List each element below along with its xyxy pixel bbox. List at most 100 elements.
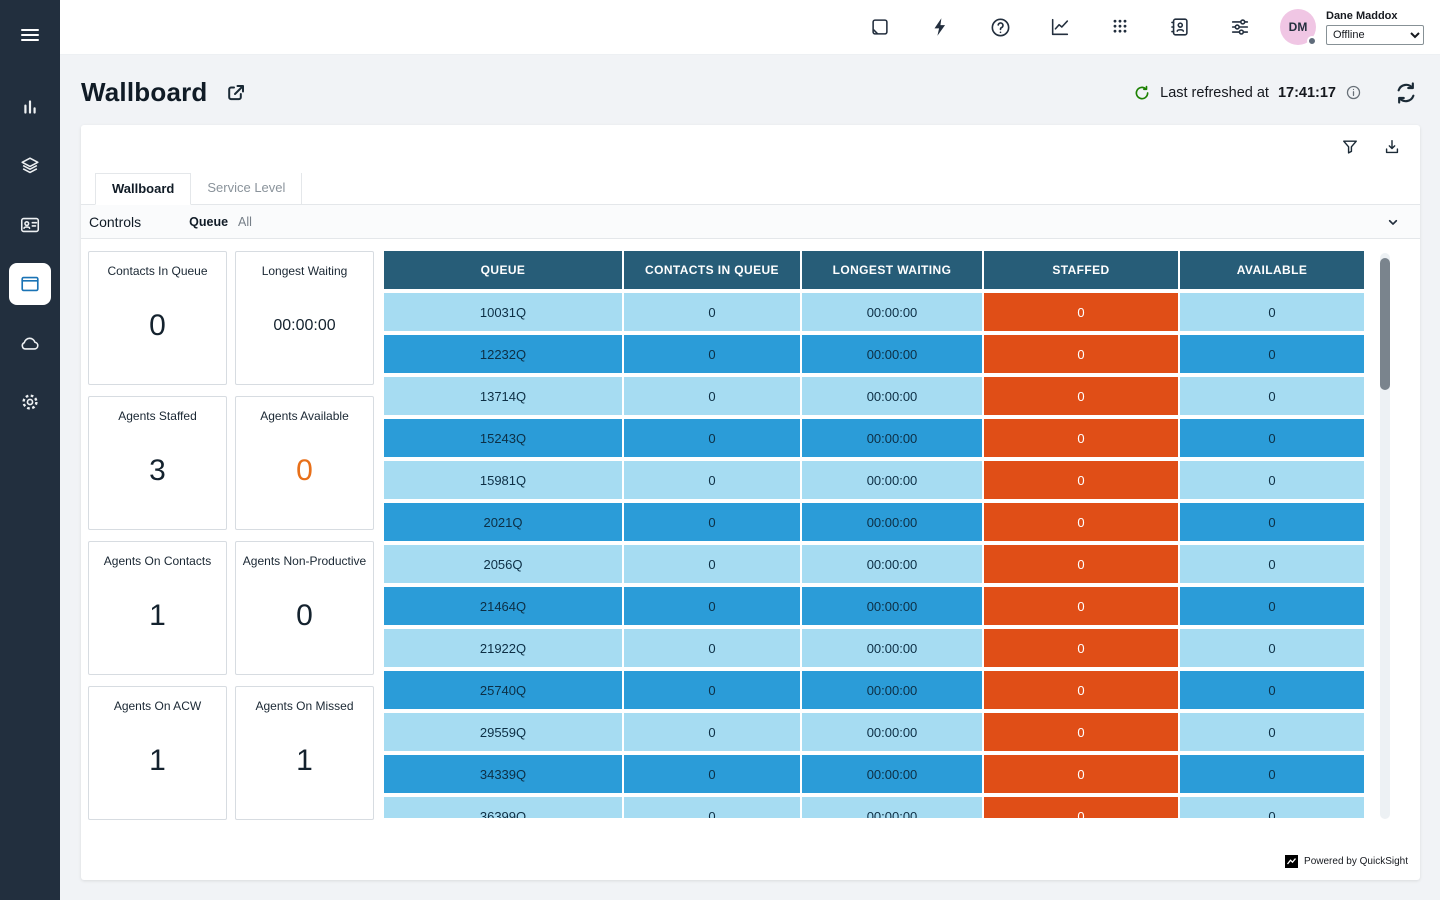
cell-longest: 00:00:00	[802, 419, 982, 457]
sidebar-item-contacts[interactable]	[9, 204, 51, 246]
kpi-card: Agents Staffed3	[88, 396, 227, 530]
cell-contacts: 0	[624, 419, 800, 457]
sliders-icon	[1229, 16, 1251, 38]
kpi-label: Agents Staffed	[112, 409, 203, 423]
tab-wallboard[interactable]: Wallboard	[95, 173, 191, 205]
kpi-label: Agents Available	[254, 409, 355, 423]
info-icon[interactable]	[1345, 84, 1362, 101]
cell-longest: 00:00:00	[802, 713, 982, 751]
kpi-card: Agents On Contacts1	[88, 541, 227, 675]
cell-available: 0	[1180, 461, 1364, 499]
table-row: 13714Q000:00:0000	[384, 377, 1364, 415]
kpi-card: Longest Waiting00:00:00	[235, 251, 374, 385]
kpi-card: Contacts In Queue0	[88, 251, 227, 385]
cell-staffed: 0	[984, 671, 1178, 709]
quick-actions-button[interactable]	[928, 15, 952, 39]
cell-available: 0	[1180, 755, 1364, 793]
cell-contacts: 0	[624, 293, 800, 331]
table-row: 25740Q000:00:0000	[384, 671, 1364, 709]
cell-queue: 13714Q	[384, 377, 622, 415]
cell-staffed: 0	[984, 503, 1178, 541]
gear-icon	[19, 391, 41, 413]
chevron-down-icon	[1383, 212, 1403, 232]
kpi-value: 0	[149, 278, 166, 384]
status-select[interactable]: Offline	[1326, 25, 1424, 45]
lightning-icon	[929, 16, 951, 38]
tabs: Wallboard Service Level	[81, 125, 1420, 205]
metrics-button[interactable]	[1048, 15, 1072, 39]
cell-longest: 00:00:00	[802, 755, 982, 793]
dialpad-button[interactable]	[1108, 15, 1132, 39]
cell-queue: 2021Q	[384, 503, 622, 541]
notes-icon	[869, 16, 891, 38]
queue-filter-label: Queue	[189, 215, 228, 229]
notes-button[interactable]	[868, 15, 892, 39]
kpi-label: Agents On ACW	[108, 699, 207, 713]
cell-contacts: 0	[624, 755, 800, 793]
cell-queue: 15243Q	[384, 419, 622, 457]
contact-card-icon	[19, 214, 41, 236]
column-header: QUEUE	[384, 251, 622, 289]
dialpad-icon	[1110, 17, 1130, 37]
table-scrollbar-thumb[interactable]	[1380, 258, 1390, 390]
table-row: 12232Q000:00:0000	[384, 335, 1364, 373]
table-row: 15981Q000:00:0000	[384, 461, 1364, 499]
table-row: 21464Q000:00:0000	[384, 587, 1364, 625]
line-chart-icon	[1049, 16, 1071, 38]
filter-icon	[1340, 137, 1360, 157]
cell-staffed: 0	[984, 629, 1178, 667]
cell-queue: 36399Q	[384, 797, 622, 818]
refresh-label: Last refreshed at	[1160, 85, 1269, 101]
sidebar-item-layers[interactable]	[9, 145, 51, 187]
cell-available: 0	[1180, 713, 1364, 751]
status-dot	[1307, 36, 1317, 46]
table-viewport: QUEUECONTACTS IN QUEUELONGEST WAITINGSTA…	[384, 251, 1368, 818]
address-book-button[interactable]	[1168, 15, 1192, 39]
layers-icon	[19, 155, 41, 177]
quicksight-badge: Powered by QuickSight	[1285, 855, 1408, 868]
kpi-label: Contacts In Queue	[101, 264, 213, 278]
sidebar-item-analytics[interactable]	[9, 86, 51, 128]
wallboard-icon	[19, 273, 41, 295]
cell-queue: 2056Q	[384, 545, 622, 583]
help-button[interactable]	[988, 15, 1012, 39]
bar-chart-icon	[19, 96, 41, 118]
cell-contacts: 0	[624, 335, 800, 373]
app: DM Dane Maddox Offline Wallboard	[0, 0, 1440, 900]
menu-button[interactable]	[9, 14, 51, 56]
filter-button[interactable]	[1338, 135, 1362, 159]
sidebar-item-settings[interactable]	[9, 381, 51, 423]
queue-filter-value[interactable]: All	[238, 215, 252, 229]
cell-contacts: 0	[624, 377, 800, 415]
avatar[interactable]: DM	[1280, 9, 1316, 45]
tab-service-level[interactable]: Service Level	[191, 173, 302, 204]
table-scrollbar[interactable]	[1380, 253, 1390, 819]
kpi-card: Agents On Missed1	[235, 686, 374, 820]
cell-available: 0	[1180, 503, 1364, 541]
cloud-icon	[19, 332, 41, 354]
cell-longest: 00:00:00	[802, 335, 982, 373]
cell-available: 0	[1180, 797, 1364, 818]
download-button[interactable]	[1380, 135, 1404, 159]
open-external-button[interactable]	[223, 80, 249, 106]
kpi-label: Agents On Missed	[249, 699, 359, 713]
cell-available: 0	[1180, 629, 1364, 667]
table-row: 34339Q000:00:0000	[384, 755, 1364, 793]
cell-contacts: 0	[624, 713, 800, 751]
preferences-button[interactable]	[1228, 15, 1252, 39]
table-section: QUEUECONTACTS IN QUEUELONGEST WAITINGSTA…	[384, 251, 1404, 820]
cell-staffed: 0	[984, 419, 1178, 457]
kpi-value: 3	[149, 423, 166, 529]
cell-longest: 00:00:00	[802, 293, 982, 331]
cell-queue: 21464Q	[384, 587, 622, 625]
controls-bar: Controls Queue All	[81, 205, 1420, 239]
cell-longest: 00:00:00	[802, 461, 982, 499]
main-area: DM Dane Maddox Offline Wallboard	[60, 0, 1440, 900]
kpi-label: Agents Non-Productive	[237, 554, 372, 568]
sidebar-item-wallboard[interactable]	[9, 263, 51, 305]
refresh-button[interactable]	[1392, 79, 1420, 107]
cell-queue: 29559Q	[384, 713, 622, 751]
cell-longest: 00:00:00	[802, 545, 982, 583]
controls-collapse-button[interactable]	[1382, 211, 1404, 233]
sidebar-item-cloud[interactable]	[9, 322, 51, 364]
